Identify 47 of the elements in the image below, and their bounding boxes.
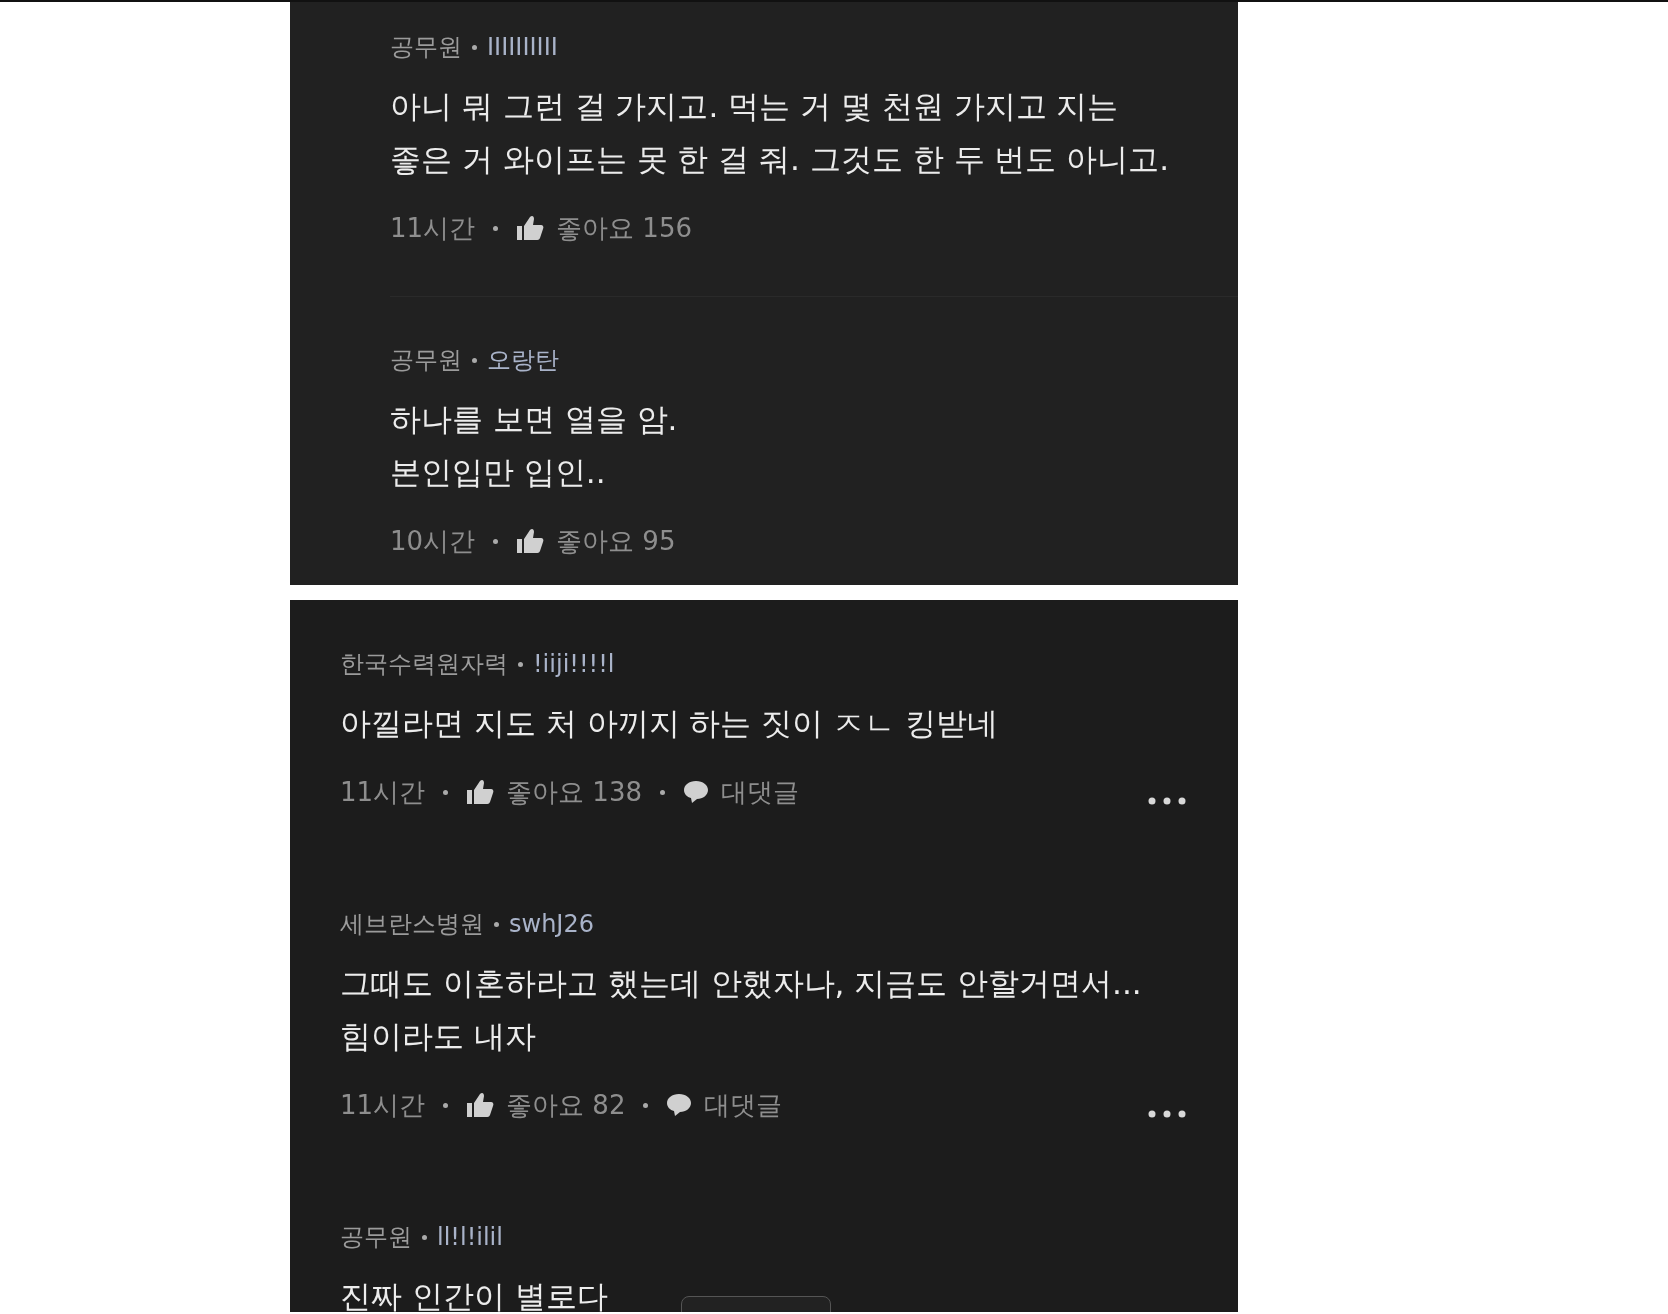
author-name[interactable]: !iiji!!!!l <box>533 650 615 678</box>
comment-time: 11시간 <box>340 775 426 809</box>
comment-text: 아낄라면 지도 처 아끼지 하는 짓이 ㅈㄴ 킹받네 <box>340 704 998 743</box>
separator-dot <box>518 661 523 667</box>
author-organization: 공무원 <box>340 1222 412 1253</box>
like-button[interactable]: 좋아요 156 <box>516 210 692 246</box>
author-organization: 한국수력원자력 <box>340 649 508 680</box>
author-organization: 공무원 <box>390 345 462 376</box>
reply-button[interactable]: 대댓글 <box>683 774 799 810</box>
comment-text: 진짜 인간이 별로다 <box>340 1277 608 1312</box>
author-organization: 세브란스병원 <box>340 909 484 940</box>
separator-dot <box>493 538 499 544</box>
author-name[interactable]: ll!l!ilil <box>437 1223 503 1251</box>
author-name[interactable]: swhJ26 <box>509 910 594 938</box>
thumbs-up-icon <box>516 215 545 241</box>
separator-dot <box>472 44 477 50</box>
like-button[interactable]: 좋아요 82 <box>466 1087 626 1123</box>
speech-bubble-icon <box>683 780 709 804</box>
separator-dot <box>472 357 477 363</box>
separator-dot <box>494 921 499 927</box>
comment-text: 힘이라도 내자 <box>340 1017 536 1056</box>
comment-text: 아니 뭐 그런 걸 가지고. 먹는 거 몇 천원 가지고 지는 <box>390 87 1119 126</box>
author-name[interactable]: 오랑탄 <box>487 344 559 376</box>
comment-time: 10시간 <box>390 524 476 558</box>
separator-dot <box>643 1102 649 1108</box>
author-organization: 공무원 <box>390 32 462 63</box>
like-button[interactable]: 좋아요 95 <box>516 523 676 559</box>
author-name[interactable]: IIIIIIIIII <box>487 33 558 61</box>
comment-text: 좋은 거 와이프는 못 한 걸 줘. 그것도 한 두 번도 아니고. <box>390 140 1170 179</box>
separator-dot <box>443 1102 449 1108</box>
comment-text: 하나를 보면 열을 암. <box>390 400 678 439</box>
more-options-icon[interactable] <box>1148 1110 1186 1118</box>
comment-time: 11시간 <box>390 211 476 245</box>
more-options-icon[interactable] <box>1148 797 1186 805</box>
separator-dot <box>443 789 449 795</box>
thumbs-up-icon <box>466 1092 495 1118</box>
separator-dot <box>493 225 499 231</box>
thumbs-up-icon <box>466 779 495 805</box>
comment-text: 그때도 이혼하라고 했는데 안했자나, 지금도 안할거면서... <box>340 964 1142 1003</box>
comment-time: 11시간 <box>340 1088 426 1122</box>
separator-dot <box>660 789 665 795</box>
thumbs-up-icon <box>516 528 545 554</box>
separator-dot <box>422 1234 427 1240</box>
like-button[interactable]: 좋아요 138 <box>466 774 642 810</box>
reply-button[interactable]: 대댓글 <box>666 1087 783 1123</box>
speech-bubble-icon <box>666 1093 693 1117</box>
comment-text: 본인입만 입인.. <box>390 453 606 492</box>
